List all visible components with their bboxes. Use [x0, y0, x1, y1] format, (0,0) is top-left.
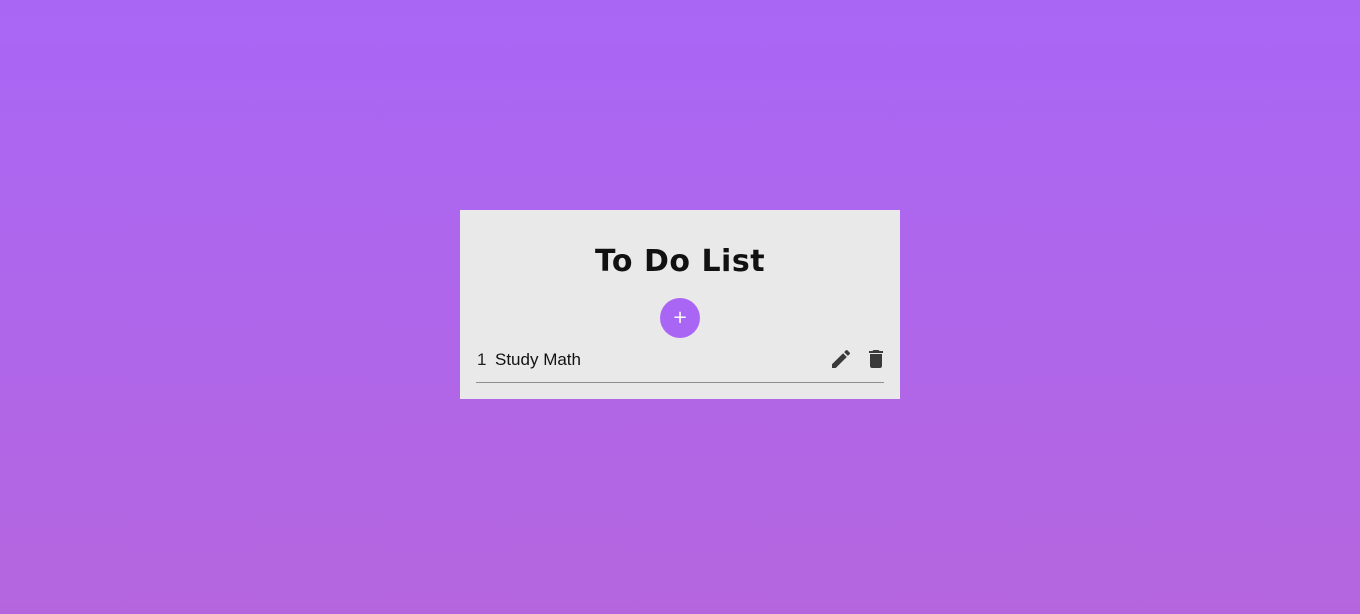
pencil-icon: [829, 347, 853, 371]
delete-todo-button[interactable]: [864, 347, 888, 371]
todo-list: 1 Study Math: [476, 346, 884, 383]
trash-icon: [864, 347, 888, 371]
todo-text: Study Math: [495, 350, 581, 369]
edit-todo-button[interactable]: [829, 347, 853, 371]
add-todo-button[interactable]: +: [660, 298, 700, 338]
page-title: To Do List: [594, 244, 766, 279]
todo-card: To Do List + 1 Study Math: [460, 210, 900, 399]
plus-icon: +: [672, 307, 688, 328]
list-item: 1 Study Math: [476, 346, 884, 383]
todo-number: 1: [477, 350, 487, 369]
